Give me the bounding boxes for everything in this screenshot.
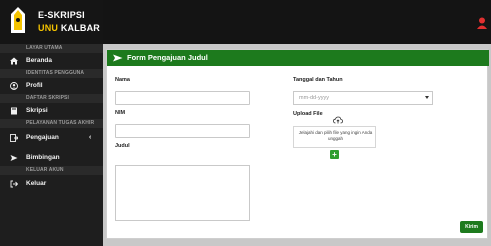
- form-panel: Form Pengajuan Judul Nama NIM Judul Tang…: [106, 49, 489, 239]
- logout-icon: [10, 180, 18, 188]
- judul-textarea[interactable]: [115, 165, 250, 221]
- brand-accent: UNU: [38, 23, 59, 33]
- logo-icon: [11, 7, 25, 33]
- sidebar-item-label: Skripsi: [26, 107, 48, 114]
- section-header-pelayanan: PELAYANAN TUGAS AKHIR: [0, 119, 103, 128]
- sidebar: LAYAR UTAMA Beranda IDENTITAS PENGGUNA P…: [0, 44, 103, 246]
- form-title: Form Pengajuan Judul: [127, 53, 208, 62]
- home-icon: [10, 57, 18, 65]
- cloud-upload-icon: [333, 116, 343, 124]
- sidebar-item-bimbingan[interactable]: Bimbingan: [0, 150, 103, 166]
- chevron-left-icon[interactable]: ‹: [89, 130, 91, 146]
- upload-label: Upload File: [293, 111, 323, 117]
- brand-name: KALBAR: [60, 23, 101, 33]
- dropdown-caret-icon[interactable]: [425, 96, 429, 99]
- send-icon: [113, 54, 123, 62]
- tanggal-label: Tanggal dan Tahun: [293, 77, 343, 83]
- nama-input[interactable]: [115, 91, 250, 105]
- section-header-identitas: IDENTITAS PENGGUNA: [0, 69, 103, 78]
- sidebar-item-profil[interactable]: Profil: [0, 78, 103, 94]
- sidebar-item-beranda[interactable]: Beranda: [0, 53, 103, 69]
- sidebar-item-skripsi[interactable]: Skripsi: [0, 103, 103, 119]
- user-icon: [10, 82, 18, 90]
- submit-button[interactable]: Kirim: [460, 221, 483, 233]
- book-icon: [11, 107, 17, 115]
- file-dropzone[interactable]: Jelajahi dan pilih file yang ingin Anda …: [293, 126, 376, 148]
- tanggal-date-input[interactable]: mm-dd-yyyy: [293, 91, 433, 105]
- section-header-keluar-akun: KELUAR AKUN: [0, 166, 103, 175]
- sidebar-item-label: Bimbingan: [26, 154, 60, 161]
- sidebar-item-keluar[interactable]: Keluar: [0, 176, 103, 192]
- nama-label: Nama: [115, 77, 130, 83]
- section-header-layar-utama: LAYAR UTAMA: [0, 44, 103, 53]
- nim-input[interactable]: [115, 124, 250, 138]
- sidebar-item-label: Pengajuan: [26, 134, 59, 141]
- form-header: Form Pengajuan Judul: [107, 50, 489, 66]
- main-content: Form Pengajuan Judul Nama NIM Judul Tang…: [103, 44, 491, 246]
- send-icon: [10, 155, 18, 161]
- nim-label: NIM: [115, 110, 126, 116]
- top-bar: E-SKRIPSI UNU KALBAR: [0, 0, 491, 44]
- date-placeholder: mm-dd-yyyy: [299, 95, 329, 101]
- sidebar-item-label: Beranda: [26, 57, 53, 64]
- sidebar-item-label: Keluar: [26, 180, 47, 187]
- submit-icon: [10, 134, 18, 142]
- sidebar-item-pengajuan[interactable]: Pengajuan ‹: [0, 130, 103, 146]
- judul-label: Judul: [115, 143, 130, 149]
- section-header-daftar-skripsi: DAFTAR SKRIPSI: [0, 94, 103, 103]
- brand-subtitle: UNU KALBAR: [38, 23, 100, 33]
- brand-title: E-SKRIPSI: [38, 10, 85, 20]
- upload-hint: Jelajahi dan pilih file yang ingin Anda …: [298, 130, 373, 141]
- brand[interactable]: E-SKRIPSI UNU KALBAR: [0, 0, 103, 44]
- user-avatar-icon[interactable]: [477, 17, 487, 29]
- add-file-button[interactable]: +: [330, 150, 339, 159]
- sidebar-item-label: Profil: [26, 82, 43, 89]
